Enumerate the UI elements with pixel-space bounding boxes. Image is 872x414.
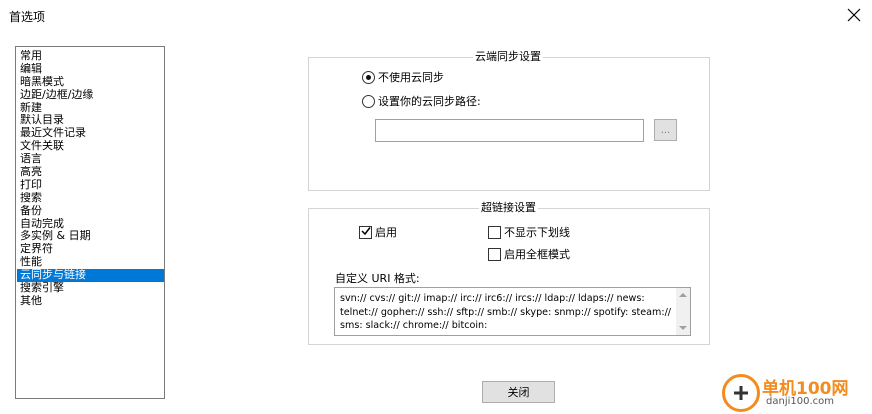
- sidebar-item[interactable]: 搜索引擎: [17, 282, 164, 295]
- close-button[interactable]: 关闭: [482, 381, 555, 403]
- sidebar-item[interactable]: 新建: [17, 102, 164, 115]
- hyperlink-title: 超链接设置: [479, 201, 538, 215]
- sidebar-item[interactable]: 搜索: [17, 192, 164, 205]
- radio-set-sync-path[interactable]: 设置你的云同步路径:: [362, 93, 481, 109]
- cloud-sync-title: 云端同步设置: [473, 50, 543, 64]
- no-underline-label: 不显示下划线: [504, 226, 570, 239]
- sidebar-item[interactable]: 文件关联: [17, 140, 164, 153]
- custom-uri-label: 自定义 URI 格式:: [335, 272, 420, 285]
- close-icon[interactable]: [844, 5, 864, 25]
- browse-button[interactable]: ...: [654, 119, 677, 141]
- fullbox-mode-label: 启用全框模式: [504, 248, 570, 261]
- custom-uri-text: svn:// cvs:// git:// imap:// irc:// irc6…: [340, 293, 675, 331]
- no-underline-checkbox[interactable]: 不显示下划线: [488, 224, 570, 240]
- sidebar-item[interactable]: 性能: [17, 256, 164, 269]
- sidebar-item[interactable]: 多实例 & 日期: [17, 230, 164, 243]
- sidebar-item[interactable]: 其他: [17, 295, 164, 308]
- sidebar-item[interactable]: 语言: [17, 153, 164, 166]
- sidebar-item[interactable]: 备份: [17, 205, 164, 218]
- enable-hyperlink-label: 启用: [375, 226, 397, 239]
- scroll-down-icon[interactable]: [679, 326, 687, 330]
- uri-scrollbar[interactable]: [676, 288, 690, 335]
- radio-no-cloud-sync[interactable]: 不使用云同步: [362, 69, 444, 85]
- scroll-up-icon[interactable]: [679, 293, 687, 297]
- sidebar-item[interactable]: 定界符: [17, 243, 164, 256]
- checkbox[interactable]: [488, 225, 501, 239]
- plus-logo-icon: [722, 374, 760, 412]
- watermark: 单机100网 danji100.com: [722, 372, 872, 414]
- sidebar-item[interactable]: 高亮: [17, 166, 164, 179]
- radio-set-sync-path-label: 设置你的云同步路径:: [378, 95, 481, 108]
- sidebar-item[interactable]: 暗黑模式: [17, 76, 164, 89]
- radio-button[interactable]: [362, 70, 375, 84]
- category-list[interactable]: 常用 编辑 暗黑模式 边距/边框/边缘 新建 默认目录 最近文件记录 文件关联 语言 高亮 打印 搜索…: [15, 46, 165, 399]
- sidebar-item[interactable]: 常用: [17, 50, 164, 63]
- enable-hyperlink-checkbox[interactable]: 启用: [359, 224, 397, 240]
- title-bar: 首选项: [0, 0, 872, 31]
- sidebar-item[interactable]: 自动完成: [17, 218, 164, 231]
- sidebar-item[interactable]: 打印: [17, 179, 164, 192]
- checkbox[interactable]: [488, 247, 501, 261]
- sidebar-item[interactable]: 云同步与链接: [17, 269, 164, 283]
- sync-path-input[interactable]: [375, 119, 644, 142]
- radio-no-cloud-sync-label: 不使用云同步: [378, 71, 444, 84]
- window-title: 首选项: [9, 10, 46, 24]
- checkbox[interactable]: [359, 225, 372, 239]
- radio-button[interactable]: [362, 94, 375, 108]
- fullbox-mode-checkbox[interactable]: 启用全框模式: [488, 246, 570, 262]
- check-icon: [360, 226, 371, 239]
- sidebar-item[interactable]: 默认目录: [17, 114, 164, 127]
- sidebar-item[interactable]: 最近文件记录: [17, 127, 164, 140]
- sidebar-item[interactable]: 编辑: [17, 63, 164, 76]
- watermark-url: danji100.com: [766, 396, 834, 407]
- custom-uri-textarea[interactable]: svn:// cvs:// git:// imap:// irc:// irc6…: [334, 287, 691, 336]
- sidebar-item[interactable]: 边距/边框/边缘: [17, 89, 164, 102]
